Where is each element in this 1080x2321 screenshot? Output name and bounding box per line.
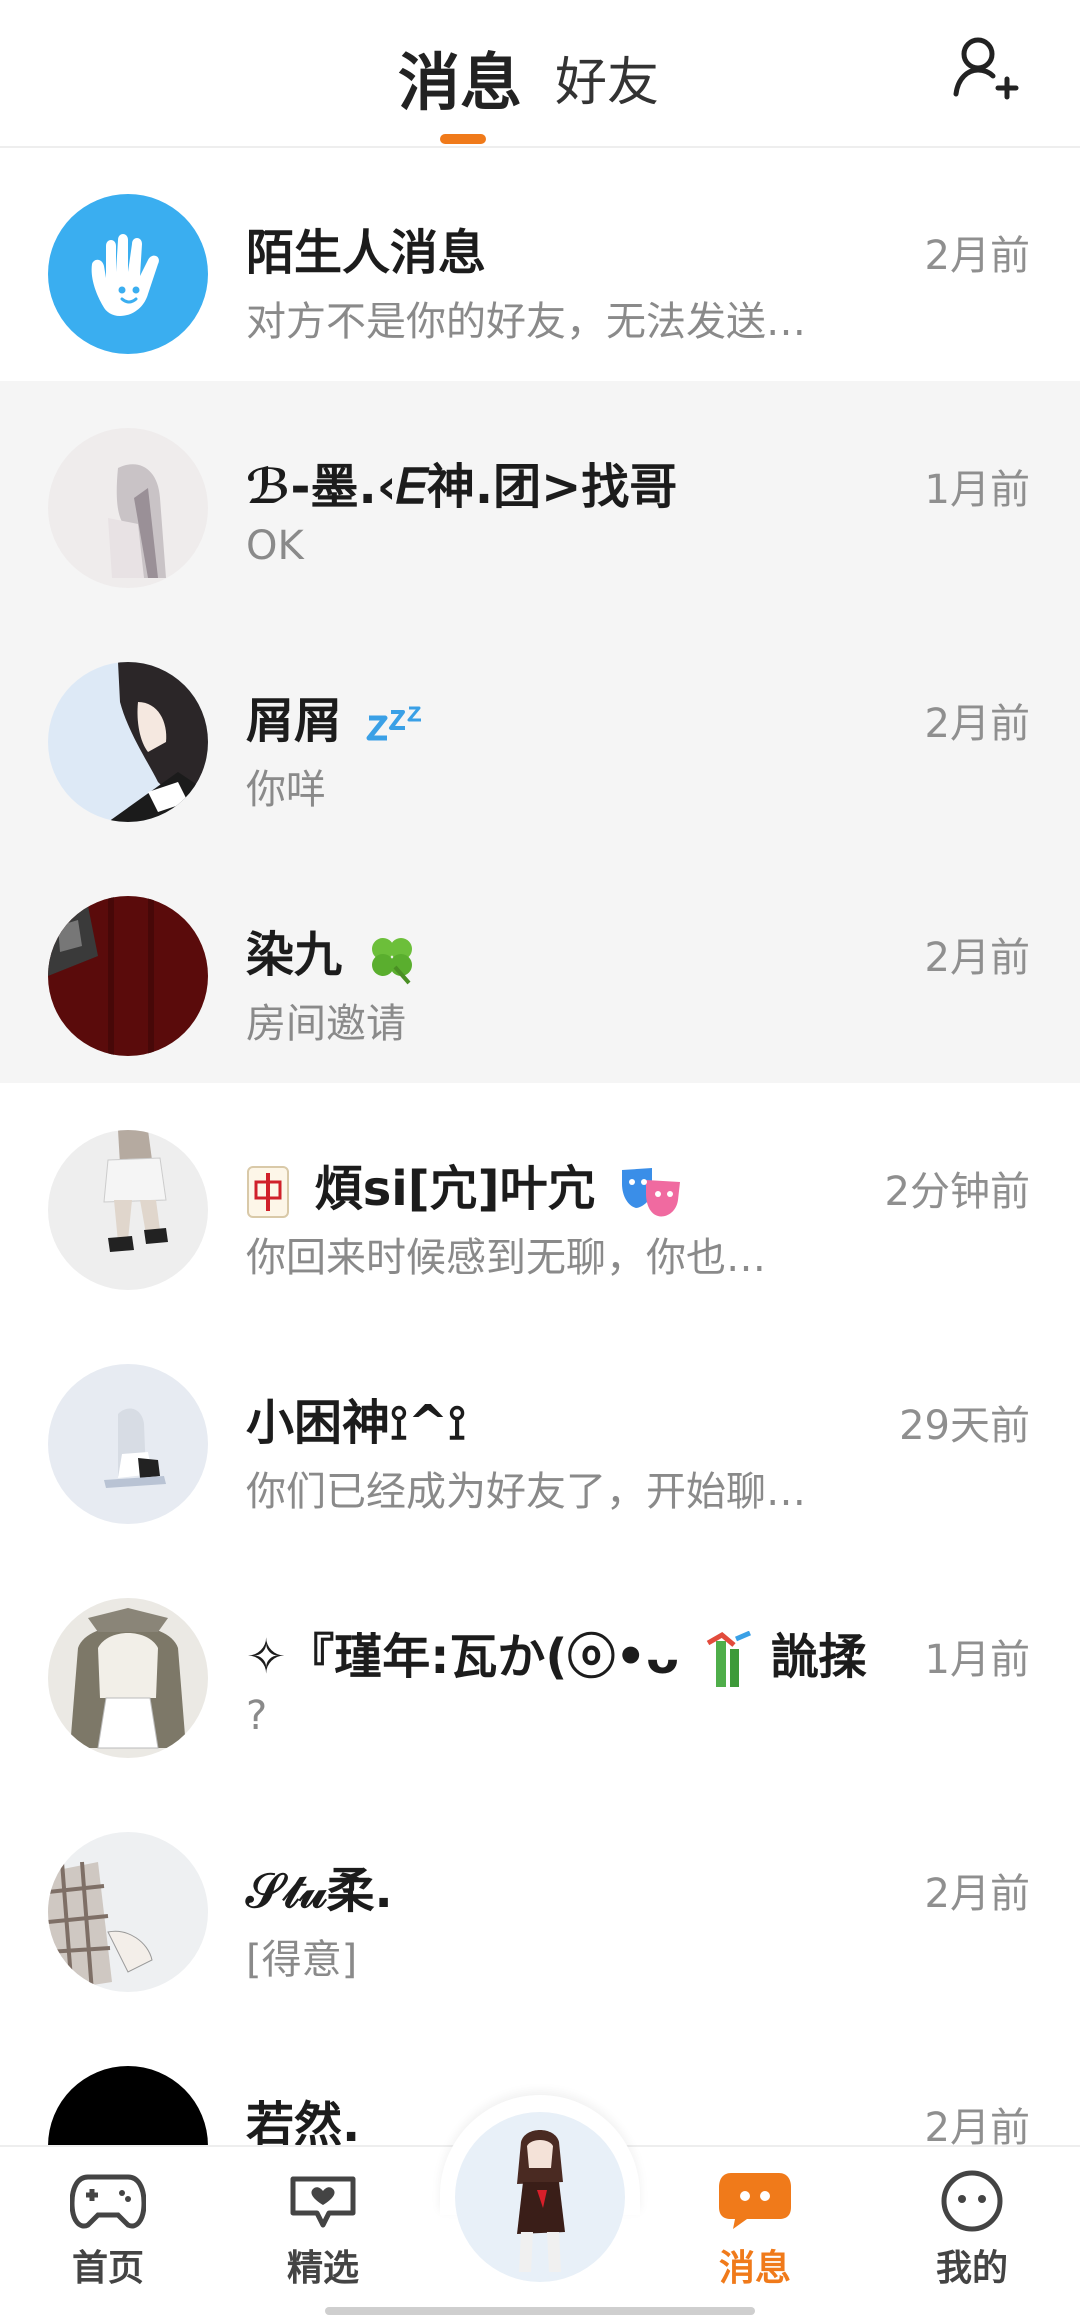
conversation-preview: 房间邀请 bbox=[246, 1001, 406, 1047]
bamboo-icon bbox=[706, 1631, 751, 1687]
conversation-name-text: ✧『瑾年:瓦か(ⓞ•ᴗ bbox=[246, 1629, 680, 1685]
conversation-time: 1月前 bbox=[924, 1637, 1030, 1683]
anime-girl-avatar bbox=[48, 428, 208, 588]
conversation-preview: 你们已经成为好友了，开始聊… bbox=[246, 1469, 806, 1515]
nav-messages[interactable]: 消息 bbox=[680, 2169, 830, 2291]
stranger-hand-icon bbox=[48, 194, 208, 354]
gamepad-icon bbox=[70, 2174, 146, 2229]
tab-friends[interactable]: 好友 bbox=[555, 40, 659, 115]
conversation-name: 染九 bbox=[246, 915, 419, 985]
conversation-time: 1月前 bbox=[924, 467, 1030, 513]
conversation-time: 2月前 bbox=[924, 935, 1030, 981]
conversation-preview: 对方不是你的好友，无法发送… bbox=[246, 299, 806, 345]
conversation-time: 2分钟前 bbox=[884, 1169, 1030, 1215]
clover-icon bbox=[371, 938, 412, 985]
conversation-name: 屑屑 bbox=[246, 681, 427, 751]
sitting-girl-avatar bbox=[48, 1364, 208, 1524]
profile-photo[interactable] bbox=[455, 2112, 625, 2282]
conversation-row[interactable]: ℬ-墨.‹𝐸神.团>找哥 OK 1月前 bbox=[0, 381, 1080, 615]
conversation-time: 29天前 bbox=[899, 1403, 1030, 1449]
conversation-row[interactable]: 𝒮𝓉𝓊柔. [得意] 2月前 bbox=[0, 1785, 1080, 2019]
plaid-avatar bbox=[48, 1832, 208, 1992]
mahjong-icon bbox=[247, 1166, 289, 1218]
conversation-name-suffix: 詤揉 bbox=[770, 1629, 867, 1685]
nav-home[interactable]: 首页 bbox=[33, 2169, 183, 2291]
conversation-name: 煩si[宂]叶宂 bbox=[246, 1149, 684, 1220]
tab-messages[interactable]: 消息 bbox=[398, 32, 522, 122]
heart-chat-icon bbox=[290, 2176, 356, 2228]
conversation-row[interactable]: ✧『瑾年:瓦か(ⓞ•ᴗ 詤揉 ? 1月前 bbox=[0, 1551, 1080, 1785]
active-tab-indicator bbox=[440, 134, 486, 144]
conversation-name: ℬ-墨.‹𝐸神.团>找哥 bbox=[246, 459, 678, 515]
conversation-row-stranger[interactable]: 陌生人消息 对方不是你的好友，无法发送… 2月前 bbox=[0, 147, 1080, 381]
nav-home-label: 首页 bbox=[71, 2248, 144, 2289]
zzz-icon bbox=[366, 706, 421, 741]
conversation-name: 小困神⟟^⟟ bbox=[246, 1395, 466, 1451]
conversation-preview: 你回来时候感到无聊，你也… bbox=[246, 1235, 766, 1281]
conversation-time: 2月前 bbox=[924, 1871, 1030, 1917]
conversation-preview: ? bbox=[246, 1693, 268, 1739]
conversation-time: 2月前 bbox=[924, 701, 1030, 747]
conversation-row[interactable]: 染九 房间邀请 2月前 bbox=[0, 849, 1080, 1083]
anime-legs-avatar bbox=[48, 1130, 208, 1290]
anime-boy-avatar bbox=[48, 662, 208, 822]
conversation-name: ✧『瑾年:瓦か(ⓞ•ᴗ 詤揉 bbox=[246, 1617, 866, 1689]
conversation-preview: 你咩 bbox=[246, 767, 326, 813]
conversation-time: 2月前 bbox=[924, 233, 1030, 279]
dark-red-avatar bbox=[48, 896, 208, 1056]
nav-messages-label: 消息 bbox=[718, 2248, 791, 2289]
conversation-name-text: 煩si[宂]叶宂 bbox=[314, 1161, 596, 1217]
add-user-icon[interactable] bbox=[950, 34, 1020, 104]
nav-profile-label: 我的 bbox=[935, 2248, 1008, 2289]
braids-girl-avatar bbox=[48, 1598, 208, 1758]
conversation-name: 陌生人消息 bbox=[246, 225, 487, 281]
nav-featured-label: 精选 bbox=[286, 2248, 359, 2289]
conversation-row[interactable]: 小困神⟟^⟟ 你们已经成为好友了，开始聊… 29天前 bbox=[0, 1317, 1080, 1551]
nav-profile[interactable]: 我的 bbox=[897, 2169, 1047, 2291]
conversation-name-text: 屑屑 bbox=[246, 693, 343, 749]
masks-icon bbox=[622, 1168, 681, 1217]
conversation-row[interactable]: 煩si[宂]叶宂 你回来时候感到无聊，你也… 2分钟前 bbox=[0, 1083, 1080, 1317]
conversation-name: 𝒮𝓉𝓊柔. bbox=[246, 1863, 393, 1919]
top-bar: 消息 好友 bbox=[0, 0, 1080, 148]
smiley-icon bbox=[941, 2170, 1003, 2232]
conversation-preview: OK bbox=[246, 523, 304, 569]
conversation-preview: [得意] bbox=[246, 1937, 358, 1983]
conversation-row[interactable]: 屑屑 你咩 2月前 bbox=[0, 615, 1080, 849]
home-indicator bbox=[325, 2307, 755, 2315]
chat-bubble-icon bbox=[719, 2173, 791, 2229]
nav-featured[interactable]: 精选 bbox=[248, 2169, 398, 2291]
conversation-name-text: 染九 bbox=[246, 927, 343, 983]
